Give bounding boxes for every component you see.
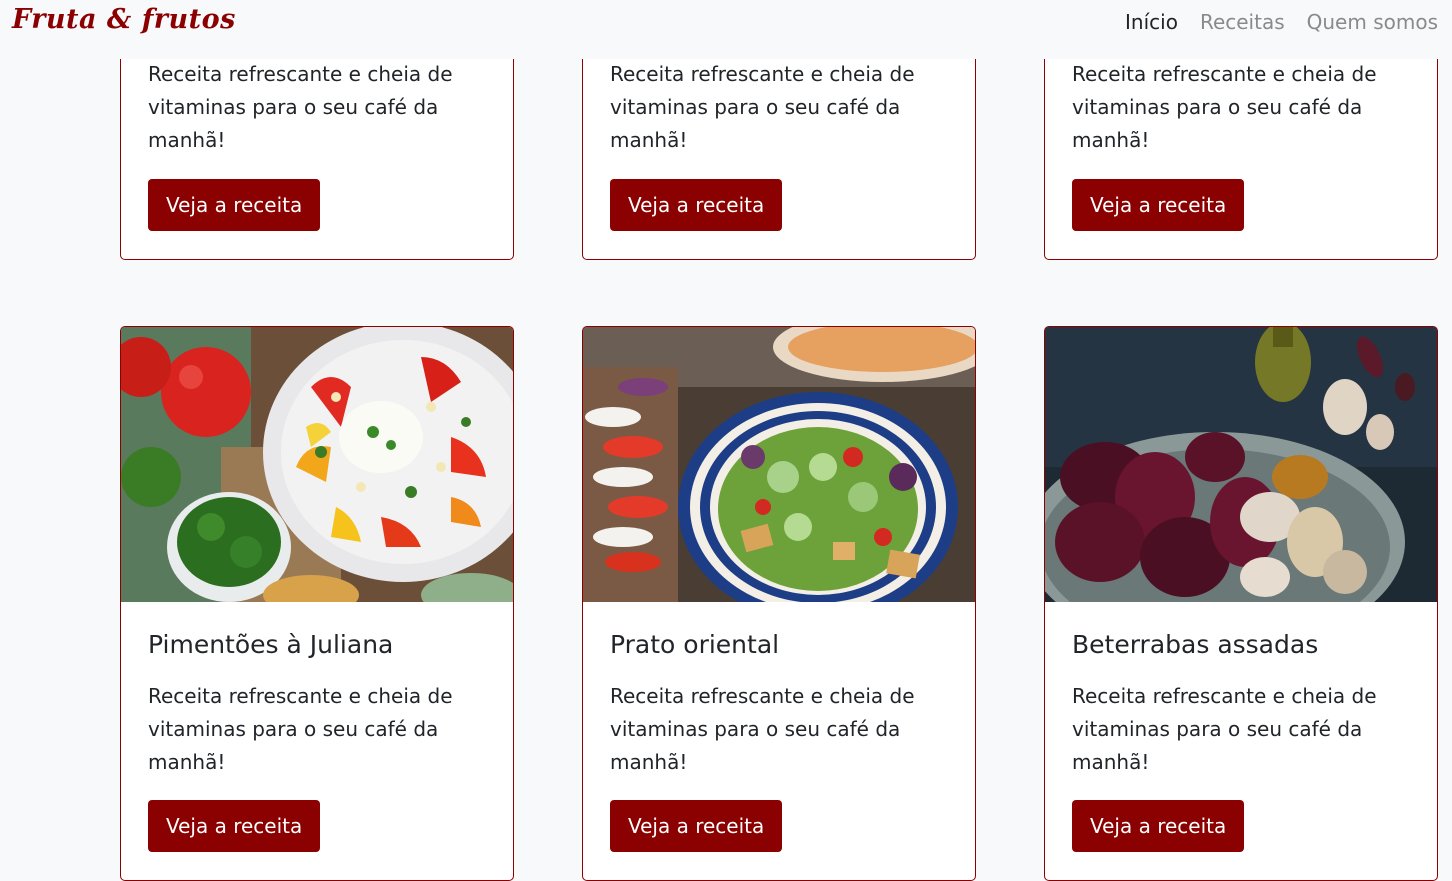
see-recipe-button[interactable]: Veja a receita: [148, 179, 321, 231]
card-description: Receita refrescante e cheia de vitaminas…: [148, 684, 453, 774]
nav-link-inicio[interactable]: Início: [1125, 10, 1178, 34]
card-description: Receita refrescante e cheia de vitaminas…: [610, 62, 915, 152]
recipe-image: [583, 327, 975, 602]
nav-links: Início Receitas Quem somos: [1125, 10, 1438, 34]
card-title: Prato oriental: [610, 630, 780, 659]
card-description: Receita refrescante e cheia de vitaminas…: [1072, 684, 1377, 774]
card-title: Pimentões à Juliana: [148, 630, 394, 659]
recipe-card: Pimentões à Juliana Receita refrescante …: [120, 326, 514, 881]
card-description: Receita refrescante e cheia de vitaminas…: [148, 62, 453, 152]
navbar: Fruta & frutos Início Receitas Quem somo…: [0, 0, 1452, 59]
recipe-image: [121, 327, 513, 602]
see-recipe-button[interactable]: Veja a receita: [1072, 800, 1245, 852]
recipe-card: Prato oriental Receita refrescante e che…: [582, 326, 976, 881]
see-recipe-button[interactable]: Veja a receita: [148, 800, 321, 852]
card-description: Receita refrescante e cheia de vitaminas…: [610, 684, 915, 774]
see-recipe-button[interactable]: Veja a receita: [1072, 179, 1245, 231]
nav-link-quem-somos[interactable]: Quem somos: [1307, 10, 1438, 34]
nav-link-receitas[interactable]: Receitas: [1200, 10, 1285, 34]
card-title: Beterrabas assadas: [1072, 630, 1319, 659]
see-recipe-button[interactable]: Veja a receita: [610, 179, 783, 231]
see-recipe-button[interactable]: Veja a receita: [610, 800, 783, 852]
recipe-card: Beterrabas assadas Receita refrescante e…: [1044, 326, 1438, 881]
card-description: Receita refrescante e cheia de vitaminas…: [1072, 62, 1377, 152]
brand-logo[interactable]: Fruta & frutos: [12, 4, 236, 35]
recipe-image: [1045, 327, 1437, 602]
